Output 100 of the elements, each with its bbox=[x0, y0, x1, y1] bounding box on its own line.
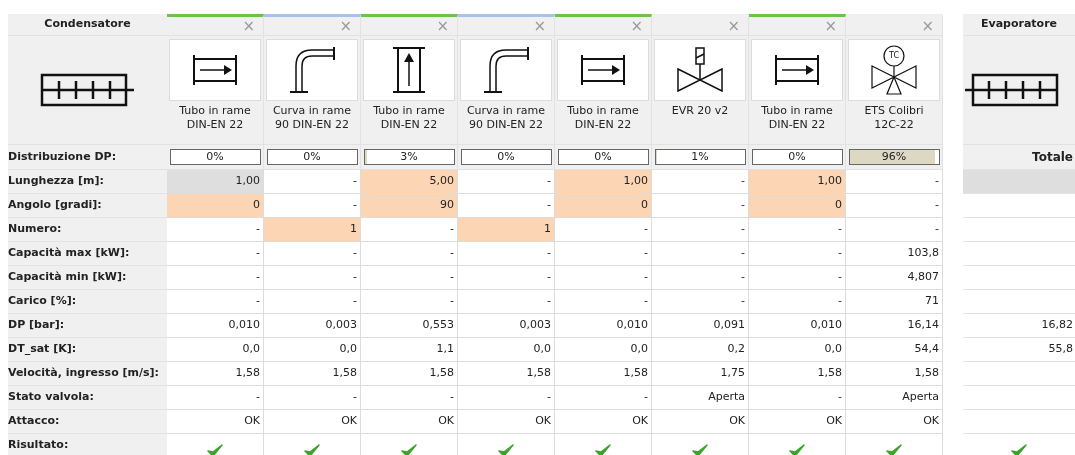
table-cell: - bbox=[264, 194, 361, 218]
table-cell: 1,58 bbox=[458, 362, 555, 386]
table-cell: 0,010 bbox=[749, 314, 846, 338]
evaporator-title: Evaporatore bbox=[980, 16, 1058, 33]
pipe-bend-icon bbox=[288, 46, 336, 94]
input-field[interactable]: 1,00 bbox=[749, 170, 846, 194]
pipe-arrow-icon bbox=[774, 54, 820, 86]
table-cell: 103,8 bbox=[846, 242, 943, 266]
table-cell: - bbox=[458, 290, 555, 314]
table-cell: 1,58 bbox=[167, 362, 264, 386]
table-cell: - bbox=[555, 386, 652, 410]
pipe-arrow-icon bbox=[580, 54, 626, 86]
distribution-value: 0% bbox=[787, 150, 807, 164]
table-cell: - bbox=[652, 218, 749, 242]
table-cell: - bbox=[264, 290, 361, 314]
table-cell: OK bbox=[458, 410, 555, 434]
row-label: DT_sat [K]: bbox=[8, 341, 77, 358]
table-cell: - bbox=[749, 218, 846, 242]
table-cell: - bbox=[846, 218, 943, 242]
table-cell: OK bbox=[555, 410, 652, 434]
condenser-title: Condensatore bbox=[44, 16, 131, 33]
table-cell: - bbox=[167, 218, 264, 242]
table-cell: - bbox=[555, 266, 652, 290]
table-cell: 0,0 bbox=[458, 338, 555, 362]
component-tile[interactable] bbox=[654, 39, 746, 101]
table-cell: 0,010 bbox=[167, 314, 264, 338]
pipe-bend-icon bbox=[482, 46, 530, 94]
distribution-value: 3% bbox=[399, 150, 419, 164]
component-name: EVR 20 v2 bbox=[671, 104, 729, 118]
table-cell: 0,010 bbox=[555, 314, 652, 338]
table-cell: 0,003 bbox=[264, 314, 361, 338]
row-label: DP [bar]: bbox=[8, 317, 65, 334]
solenoid-valve-icon bbox=[677, 47, 723, 93]
row-label: Distribuzione DP: bbox=[8, 148, 117, 165]
component-tile[interactable] bbox=[751, 39, 843, 101]
table-cell: OK bbox=[652, 410, 749, 434]
component-tile[interactable] bbox=[169, 39, 261, 101]
input-field[interactable]: 90 bbox=[361, 194, 458, 218]
table-cell: 71 bbox=[846, 290, 943, 314]
table-cell: 4,807 bbox=[846, 266, 943, 290]
table-cell: - bbox=[264, 242, 361, 266]
distribution-value: 1% bbox=[690, 150, 710, 164]
row-label: Risultato: bbox=[8, 437, 69, 454]
component-name: Curva in rame 90 DIN-EN 22 bbox=[272, 104, 352, 132]
component-name: Tubo in rame DIN-EN 22 bbox=[373, 104, 445, 132]
table-cell: - bbox=[264, 386, 361, 410]
table-cell: OK bbox=[846, 410, 943, 434]
input-field[interactable]: 1,00 bbox=[167, 170, 264, 194]
input-field[interactable]: 1 bbox=[264, 218, 361, 242]
table-cell: OK bbox=[167, 410, 264, 434]
table-cell: 1,58 bbox=[264, 362, 361, 386]
input-field[interactable]: 1,00 bbox=[555, 170, 652, 194]
table-cell: - bbox=[167, 242, 264, 266]
input-field[interactable]: 1 bbox=[458, 218, 555, 242]
row-label: Velocità, ingresso [m/s]: bbox=[8, 365, 159, 382]
pipe-arrow-icon bbox=[192, 54, 238, 86]
component-name: Curva in rame 90 DIN-EN 22 bbox=[466, 104, 546, 132]
component-name: ETS Colibri 12C-22 bbox=[864, 104, 924, 132]
component-tile[interactable] bbox=[557, 39, 649, 101]
table-cell: 1,58 bbox=[555, 362, 652, 386]
table-cell: Aperta bbox=[846, 386, 943, 410]
table-cell: 0,0 bbox=[264, 338, 361, 362]
table-cell: OK bbox=[264, 410, 361, 434]
evaporator-icon bbox=[963, 73, 1059, 107]
component-tile[interactable] bbox=[363, 39, 455, 101]
table-cell: - bbox=[458, 194, 555, 218]
component-name: Tubo in rame DIN-EN 22 bbox=[179, 104, 251, 132]
distribution-value: 0% bbox=[496, 150, 516, 164]
input-field[interactable]: 0 bbox=[167, 194, 264, 218]
table-cell: 54,4 bbox=[846, 338, 943, 362]
input-field[interactable]: 0 bbox=[555, 194, 652, 218]
table-cell: 0,0 bbox=[749, 338, 846, 362]
table-cell: 1,58 bbox=[361, 362, 458, 386]
row-label: Capacità min [kW]: bbox=[8, 269, 127, 286]
table-cell: 0,003 bbox=[458, 314, 555, 338]
table-cell: 0,553 bbox=[361, 314, 458, 338]
table-cell: - bbox=[458, 170, 555, 194]
table-cell: - bbox=[652, 194, 749, 218]
row-label: Carico [%]: bbox=[8, 293, 77, 310]
row-label: Stato valvola: bbox=[8, 389, 94, 406]
table-cell: - bbox=[749, 386, 846, 410]
component-tile[interactable]: TC bbox=[848, 39, 940, 101]
table-cell: - bbox=[167, 266, 264, 290]
component-name: Tubo in rame DIN-EN 22 bbox=[567, 104, 639, 132]
distribution-value: 0% bbox=[302, 150, 322, 164]
row-label: Capacità max [kW]: bbox=[8, 245, 130, 262]
table-cell: 1,58 bbox=[846, 362, 943, 386]
table-cell: 0,2 bbox=[652, 338, 749, 362]
component-tile[interactable] bbox=[460, 39, 552, 101]
table-cell: - bbox=[458, 266, 555, 290]
table-cell: - bbox=[167, 290, 264, 314]
table-cell: - bbox=[749, 290, 846, 314]
input-field[interactable]: 5,00 bbox=[361, 170, 458, 194]
table-cell: 0,0 bbox=[167, 338, 264, 362]
total-label: Totale bbox=[1032, 149, 1073, 166]
table-cell: - bbox=[846, 194, 943, 218]
input-field[interactable]: 0 bbox=[749, 194, 846, 218]
table-cell: 16,14 bbox=[846, 314, 943, 338]
component-tile[interactable] bbox=[266, 39, 358, 101]
row-label: Numero: bbox=[8, 221, 62, 238]
